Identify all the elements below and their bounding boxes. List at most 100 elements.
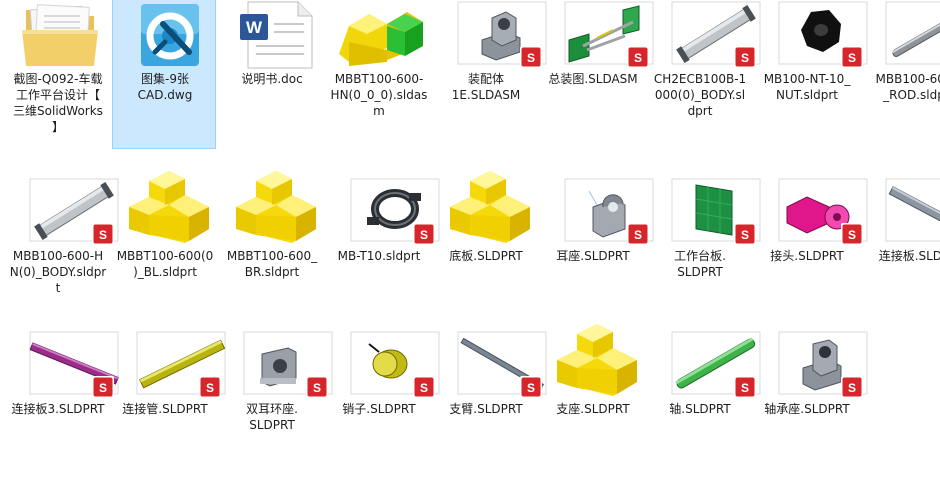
file-name: 装配体 1E.SLDASM	[451, 72, 521, 102]
file-name: MBB100-600 _ROD.sldp	[875, 72, 940, 102]
file-name: 支座.SLDPRT	[556, 402, 630, 416]
file-item[interactable]: S 耳座.SLDPRT	[540, 176, 654, 326]
svg-text:S: S	[848, 381, 856, 395]
file-item[interactable]: 底板.SLDPRT	[433, 171, 538, 326]
assembly-block-icon	[339, 0, 431, 68]
file-item[interactable]: S 轴.SLDPRT	[647, 329, 761, 479]
yellow-block-icon	[125, 171, 217, 245]
file-item[interactable]: S 销子.SLDPRT	[326, 329, 440, 479]
solidworks-badge: S	[734, 223, 756, 245]
file-name: 说明书.doc	[241, 72, 303, 86]
connecting-plate-pink-icon: S	[18, 330, 119, 398]
file-name: 底板.SLDPRT	[449, 249, 523, 263]
cylinder-body-icon: S	[18, 177, 119, 245]
solidworks-badge: S	[520, 376, 542, 398]
solidworks-badge: S	[306, 376, 328, 398]
file-item[interactable]: S 总装图.SLDASM	[540, 0, 654, 149]
file-item[interactable]: S MBB100-600-H N(0)_BODY.sldpr t	[5, 176, 119, 326]
joint-icon: S	[767, 177, 868, 245]
green-plate-icon: S	[660, 177, 761, 245]
file-name: MBB100-600-H N(0)_BODY.sldpr t	[9, 249, 107, 295]
file-item[interactable]: S 装配体 1E.SLDASM	[433, 0, 547, 149]
file-item[interactable]: MBBT100-600_ BR.sldprt	[219, 171, 324, 326]
file-item[interactable]: S 连接板.SLDP	[861, 176, 940, 326]
svg-text:S: S	[313, 381, 321, 395]
file-item[interactable]: 图集-9张 CAD.dwg	[112, 0, 216, 149]
svg-text:S: S	[206, 381, 214, 395]
bearing-seat-icon: S	[767, 330, 868, 398]
file-item[interactable]: S 连接板3.SLDPRT	[5, 329, 119, 479]
file-name: 截图-Q092-车载 工作平台设计【 三维SolidWorks 】	[13, 72, 103, 134]
file-name: 耳座.SLDPRT	[556, 249, 630, 263]
solidworks-badge: S	[627, 223, 649, 245]
file-item[interactable]: MBBT100-600(0 )_BL.sldprt	[112, 171, 217, 326]
bracket-assembly-icon: S	[446, 0, 547, 68]
file-item[interactable]: 截图-Q092-车载 工作平台设计【 三维SolidWorks 】	[5, 0, 109, 149]
file-name: 连接管.SLDPRT	[122, 402, 208, 416]
svg-text:S: S	[99, 381, 107, 395]
file-item[interactable]: S 接头.SLDPRT	[754, 176, 868, 326]
yellow-block-icon	[232, 171, 324, 245]
file-name: MB100-NT-10_ NUT.sldprt	[763, 72, 851, 102]
file-item[interactable]: S CH2ECB100B-1 000(0)_BODY.sl dprt	[647, 0, 761, 149]
file-item[interactable]: S 连接管.SLDPRT	[112, 329, 226, 479]
file-item[interactable]: W 说明书.doc	[219, 0, 323, 149]
file-name: MBBT100-600(0 )_BL.sldprt	[116, 249, 214, 279]
svg-text:S: S	[634, 228, 642, 242]
file-item[interactable]: S 双耳环座. SLDPRT	[219, 329, 333, 479]
solidworks-badge: S	[841, 223, 863, 245]
file-name: 销子.SLDPRT	[342, 402, 416, 416]
svg-text:W: W	[246, 18, 263, 37]
folder-icon	[18, 0, 110, 68]
cylinder-body-icon: S	[660, 0, 761, 68]
platform-assembly-icon: S	[553, 0, 654, 68]
file-item[interactable]: S MBB100-600 _ROD.sldp	[861, 0, 940, 149]
file-item[interactable]: S MB100-NT-10_ NUT.sldprt	[754, 0, 868, 149]
file-name: 连接板3.SLDPRT	[11, 402, 105, 416]
solidworks-badge: S	[734, 46, 756, 68]
svg-text:S: S	[99, 228, 107, 242]
pin-icon: S	[339, 330, 440, 398]
file-name: MBBT100-600- HN(0_0_0).sldas m	[330, 72, 428, 118]
file-name: MB-T10.sldprt	[337, 249, 421, 263]
shaft-icon: S	[660, 330, 761, 398]
yellow-block-icon	[553, 324, 645, 398]
solidworks-badge: S	[627, 46, 649, 68]
rod-icon: S	[874, 0, 940, 68]
file-name: MBBT100-600_ BR.sldprt	[226, 249, 318, 279]
svg-text:S: S	[527, 381, 535, 395]
arm-icon: S	[446, 330, 547, 398]
yellow-block-icon	[446, 171, 538, 245]
solidworks-badge: S	[413, 376, 435, 398]
svg-text:S: S	[848, 228, 856, 242]
file-name: 轴.SLDPRT	[669, 402, 731, 416]
svg-text:S: S	[634, 51, 642, 65]
solidworks-badge: S	[92, 223, 114, 245]
file-name: 双耳环座. SLDPRT	[246, 402, 298, 432]
svg-text:S: S	[420, 228, 428, 242]
svg-text:S: S	[741, 51, 749, 65]
file-name: 支臂.SLDPRT	[449, 402, 523, 416]
ear-mount-icon: S	[553, 177, 654, 245]
file-item[interactable]: S 支臂.SLDPRT	[433, 329, 547, 479]
file-name: 图集-9张 CAD.dwg	[137, 72, 193, 102]
dwg-file-icon	[125, 0, 217, 68]
file-item[interactable]: 支座.SLDPRT	[540, 324, 645, 479]
nut-icon: S	[767, 0, 868, 68]
file-item[interactable]: S 轴承座.SLDPRT	[754, 329, 868, 479]
file-name: 接头.SLDPRT	[770, 249, 844, 263]
file-name: 连接板.SLDP	[878, 249, 940, 263]
file-name: 工作台板. SLDPRT	[674, 249, 726, 279]
file-name: CH2ECB100B-1 000(0)_BODY.sl dprt	[653, 72, 747, 118]
clamp-ring-icon: S	[339, 177, 440, 245]
solidworks-badge: S	[734, 376, 756, 398]
word-doc-icon: W	[232, 0, 324, 69]
svg-text:S: S	[741, 381, 749, 395]
solidworks-badge: S	[92, 376, 114, 398]
file-item[interactable]: S MB-T10.sldprt	[326, 176, 440, 326]
file-item[interactable]: S 工作台板. SLDPRT	[647, 176, 761, 326]
svg-text:S: S	[848, 51, 856, 65]
solidworks-badge: S	[841, 376, 863, 398]
file-item[interactable]: MBBT100-600- HN(0_0_0).sldas m	[326, 0, 430, 149]
double-ear-mount-icon: S	[232, 330, 333, 398]
